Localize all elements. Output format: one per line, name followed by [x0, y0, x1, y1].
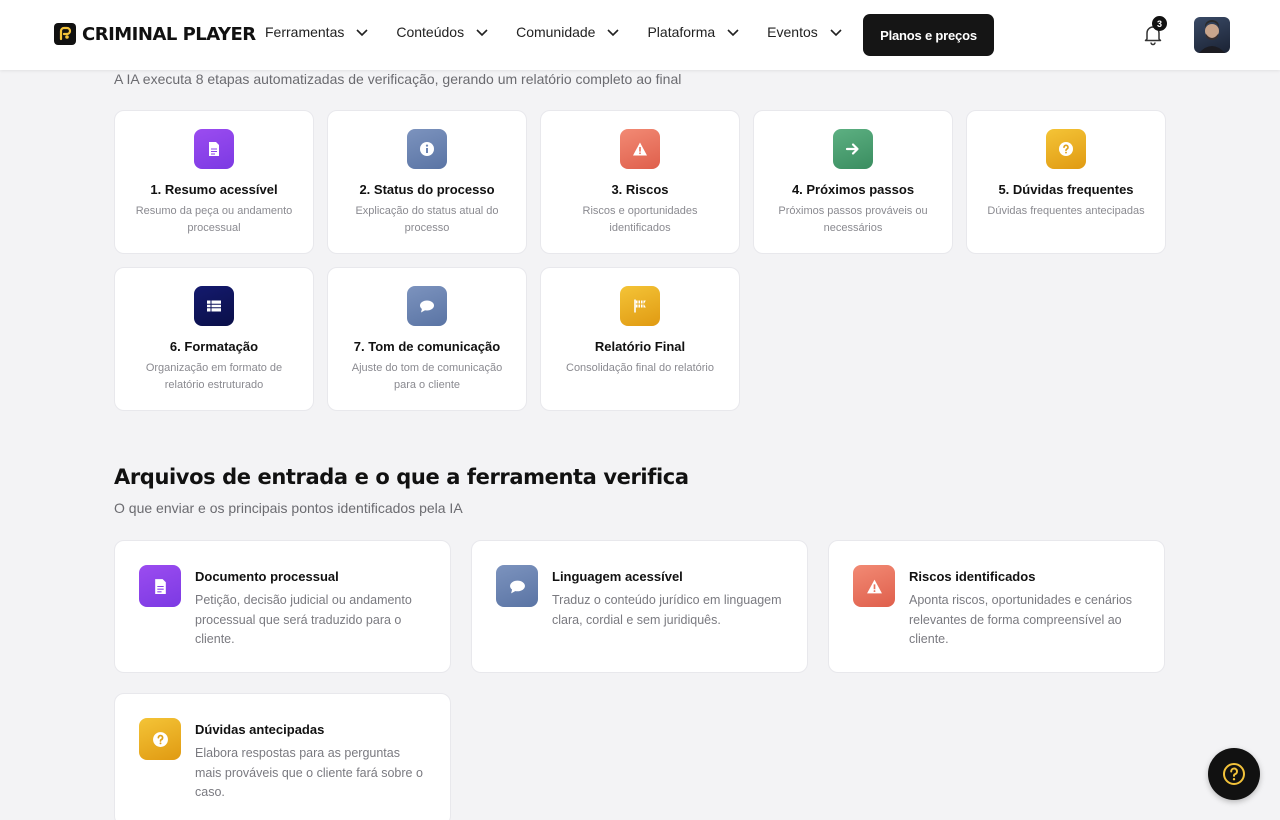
input-card: Dúvidas antecipadas Elabora respostas pa…: [114, 693, 451, 820]
nav-ferramentas[interactable]: Ferramentas: [265, 24, 370, 40]
card-desc: Elabora respostas para as perguntas mais…: [195, 746, 423, 799]
avatar[interactable]: [1194, 17, 1230, 53]
step-title: 4. Próximos passos: [791, 182, 915, 197]
nav-label: Plataforma: [647, 24, 716, 40]
nav-eventos[interactable]: Eventos: [767, 24, 844, 40]
steps-subtitle: A IA executa 8 etapas automatizadas de v…: [114, 71, 682, 87]
step-desc: Próximos passos prováveis ou necessários: [778, 205, 928, 234]
input-card: Documento processual Petição, decisão ju…: [114, 540, 451, 673]
nav-label: Conteúdos: [396, 24, 465, 40]
help-circle-icon: [1223, 763, 1245, 785]
step-title: 7. Tom de comunicação: [353, 339, 501, 354]
step-desc: Ajuste do tom de comunicação para o clie…: [351, 362, 503, 391]
nav-plataforma[interactable]: Plataforma: [647, 24, 741, 40]
plans-pricing-button[interactable]: Planos e preços: [863, 14, 994, 56]
step-title: 5. Dúvidas frequentes: [998, 182, 1134, 197]
card-desc: Traduz o conteúdo jurídico em linguagem …: [552, 593, 782, 627]
input-card: Linguagem acessível Traduz o conteúdo ju…: [471, 540, 808, 673]
warning-icon: [620, 129, 660, 169]
nav-label: Eventos: [767, 24, 818, 40]
step-desc: Consolidação final do relatório: [566, 362, 714, 374]
section-subtitle: O que enviar e os principais pontos iden…: [114, 500, 463, 516]
question-icon: [1046, 129, 1086, 169]
card-title: Riscos identificados: [909, 569, 1036, 584]
step-title: 2. Status do processo: [359, 182, 495, 197]
step-card: 6. Formatação Organização em formato de …: [114, 267, 314, 411]
input-card: Riscos identificados Aponta riscos, opor…: [828, 540, 1165, 673]
section-title: Arquivos de entrada e o que a ferramenta…: [114, 465, 689, 489]
steps-grid: 1. Resumo acessível Resumo da peça ou an…: [114, 110, 1166, 411]
chevron-down-icon: [356, 29, 368, 37]
inputs-grid: Documento processual Petição, decisão ju…: [114, 540, 1166, 820]
nav-conteudos[interactable]: Conteúdos: [396, 24, 490, 40]
logo-text: CRIMINAL PLAYER: [82, 23, 256, 45]
step-card: 7. Tom de comunicação Ajuste do tom de c…: [327, 267, 527, 411]
logo[interactable]: CRIMINAL PLAYER: [54, 23, 256, 45]
step-card: 4. Próximos passos Próximos passos prová…: [753, 110, 953, 254]
logo-mark-icon: [54, 23, 76, 45]
table-icon: [194, 286, 234, 326]
document-icon: [194, 129, 234, 169]
chat-icon: [496, 565, 538, 607]
step-title: 3. Riscos: [611, 182, 669, 197]
chat-icon: [407, 286, 447, 326]
step-card: 5. Dúvidas frequentes Dúvidas frequentes…: [966, 110, 1166, 254]
step-desc: Resumo da peça ou andamento processual: [135, 205, 293, 234]
chevron-down-icon: [607, 29, 620, 37]
step-desc: Explicação do status atual do processo: [355, 205, 499, 234]
chevron-down-icon: [727, 29, 739, 37]
card-title: Documento processual: [195, 569, 339, 584]
chevron-down-icon: [476, 29, 488, 37]
step-desc: Riscos e oportunidades identificados: [582, 205, 698, 234]
help-button[interactable]: [1208, 748, 1260, 800]
chevron-down-icon: [830, 29, 842, 37]
step-card: 2. Status do processo Explicação do stat…: [327, 110, 527, 254]
step-desc: Organização em formato de relatório estr…: [145, 362, 283, 391]
card-desc: Aponta riscos, oportunidades e cenários …: [909, 593, 1133, 646]
top-header: CRIMINAL PLAYER Ferramentas Conteúdos Co…: [0, 0, 1280, 70]
question-icon: [139, 718, 181, 760]
card-title: Dúvidas antecipadas: [195, 722, 325, 737]
nav-comunidade[interactable]: Comunidade: [516, 24, 621, 40]
notification-badge: 3: [1152, 16, 1167, 31]
step-desc: Dúvidas frequentes antecipadas: [987, 205, 1145, 217]
step-card: 3. Riscos Riscos e oportunidades identif…: [540, 110, 740, 254]
card-desc: Petição, decisão judicial ou andamento p…: [195, 593, 412, 646]
document-icon: [139, 565, 181, 607]
nav-label: Ferramentas: [265, 24, 345, 40]
step-title: 1. Resumo acessível: [150, 182, 278, 197]
info-icon: [407, 129, 447, 169]
step-title: Relatório Final: [594, 339, 686, 354]
warning-icon: [853, 565, 895, 607]
nav-label: Comunidade: [516, 24, 596, 40]
card-title: Linguagem acessível: [552, 569, 683, 584]
main-nav: Ferramentas Conteúdos Comunidade Platafo…: [265, 24, 844, 40]
flag-icon: [620, 286, 660, 326]
step-card: 1. Resumo acessível Resumo da peça ou an…: [114, 110, 314, 254]
arrow-right-icon: [833, 129, 873, 169]
step-card: Relatório Final Consolidação final do re…: [540, 267, 740, 411]
step-title: 6. Formatação: [169, 339, 259, 354]
